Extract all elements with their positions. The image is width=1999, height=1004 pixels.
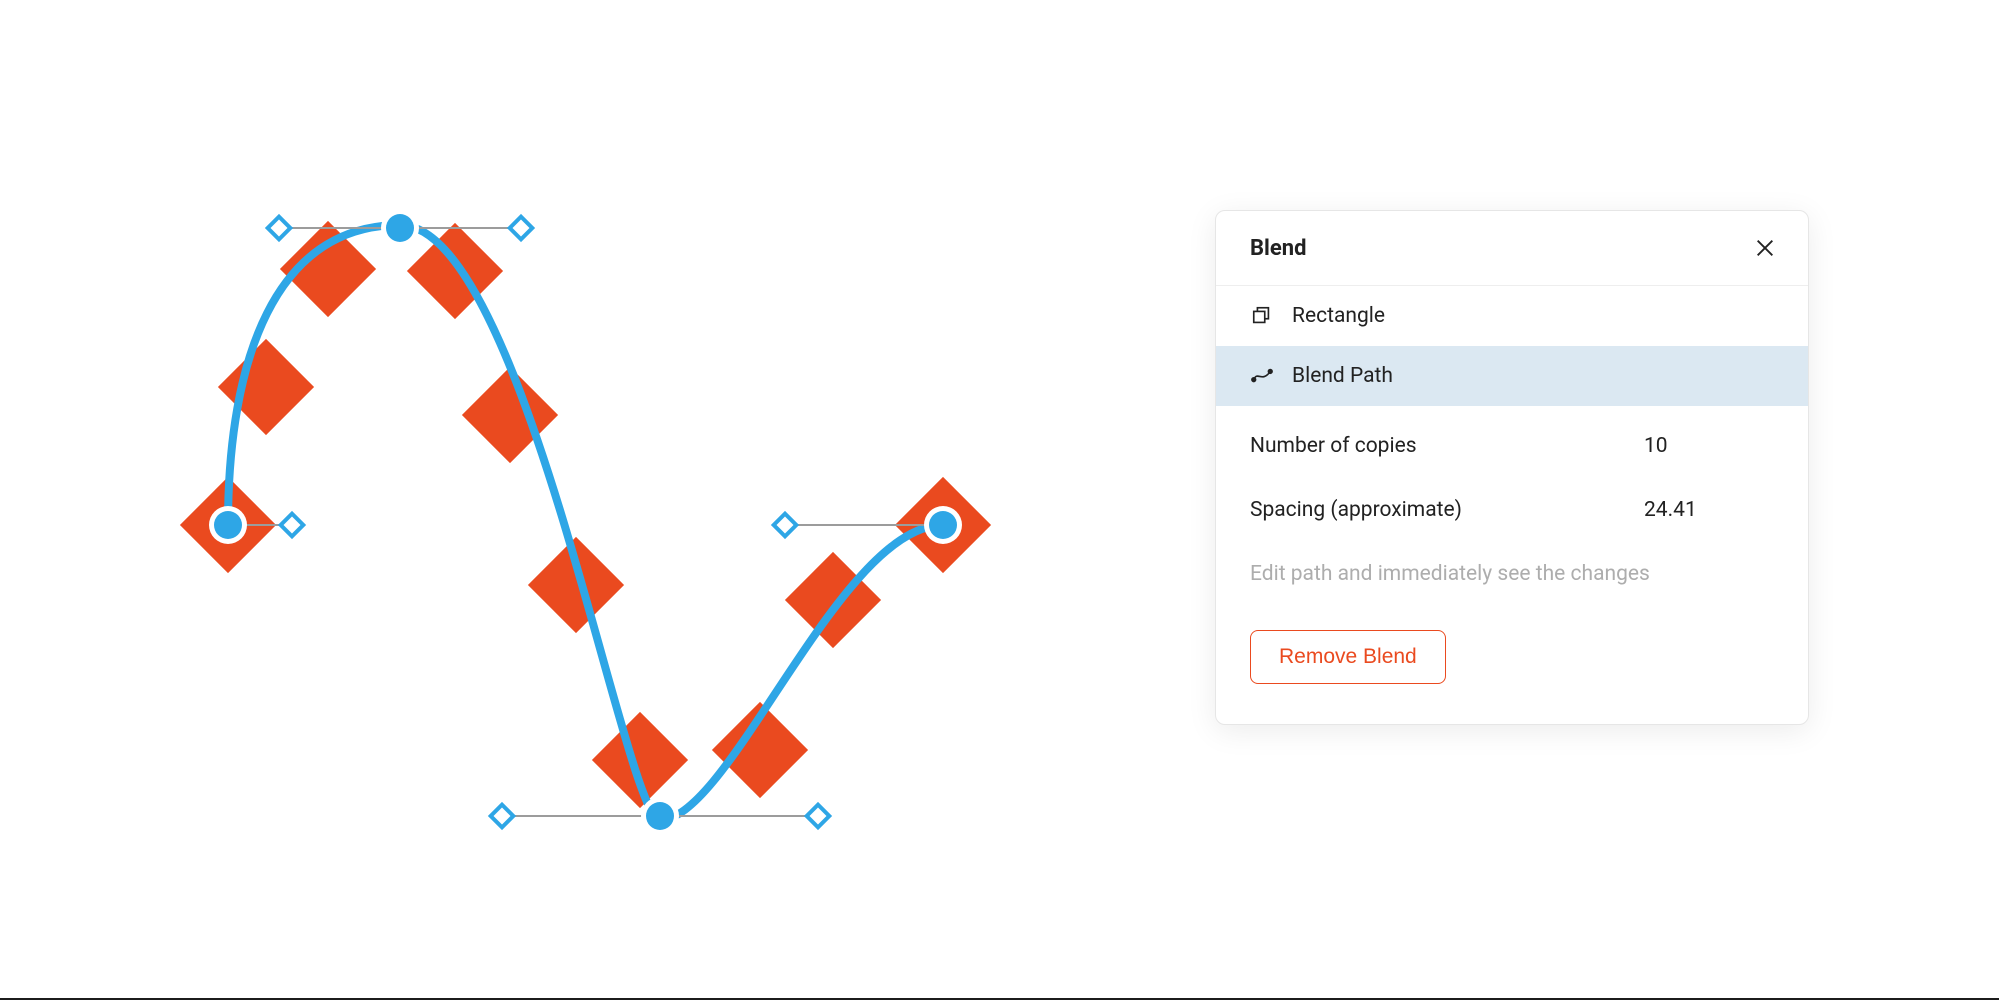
panel-body: Number of copies 10 Spacing (approximate… bbox=[1216, 406, 1808, 724]
canvas[interactable] bbox=[0, 0, 1000, 1000]
panel-header: Blend bbox=[1216, 211, 1808, 286]
panel-title: Blend bbox=[1250, 236, 1306, 261]
copies-row: Number of copies 10 bbox=[1250, 434, 1774, 458]
spacing-label: Spacing (approximate) bbox=[1250, 498, 1462, 522]
control-handle[interactable] bbox=[807, 805, 830, 828]
anchor-point[interactable] bbox=[214, 511, 242, 539]
copy-rect-icon bbox=[1250, 304, 1274, 328]
path-icon bbox=[1250, 364, 1274, 388]
blend-source-list: Rectangle Blend Path bbox=[1216, 286, 1808, 406]
control-handle[interactable] bbox=[510, 217, 533, 240]
close-icon[interactable] bbox=[1750, 233, 1780, 263]
anchor-point[interactable] bbox=[929, 511, 957, 539]
list-item-blend-path[interactable]: Blend Path bbox=[1216, 346, 1808, 406]
copies-label: Number of copies bbox=[1250, 434, 1417, 458]
spacing-row: Spacing (approximate) 24.41 bbox=[1250, 498, 1774, 522]
blend-panel: Blend Rectangle bbox=[1215, 210, 1809, 725]
blend-shape[interactable] bbox=[407, 223, 503, 319]
control-handle[interactable] bbox=[281, 514, 304, 537]
list-item-label: Rectangle bbox=[1292, 304, 1385, 328]
control-handle[interactable] bbox=[491, 805, 514, 828]
copies-value[interactable]: 10 bbox=[1644, 434, 1774, 458]
control-handle[interactable] bbox=[774, 514, 797, 537]
control-handle[interactable] bbox=[268, 217, 291, 240]
anchor-point[interactable] bbox=[646, 802, 674, 830]
remove-blend-button[interactable]: Remove Blend bbox=[1250, 630, 1446, 684]
hint-text: Edit path and immediately see the change… bbox=[1250, 562, 1774, 586]
spacing-value[interactable]: 24.41 bbox=[1644, 498, 1774, 522]
list-item-rectangle[interactable]: Rectangle bbox=[1216, 286, 1808, 346]
anchor-point[interactable] bbox=[386, 214, 414, 242]
blend-svg bbox=[0, 0, 1000, 1000]
blend-path[interactable] bbox=[228, 225, 943, 820]
list-item-label: Blend Path bbox=[1292, 364, 1393, 388]
